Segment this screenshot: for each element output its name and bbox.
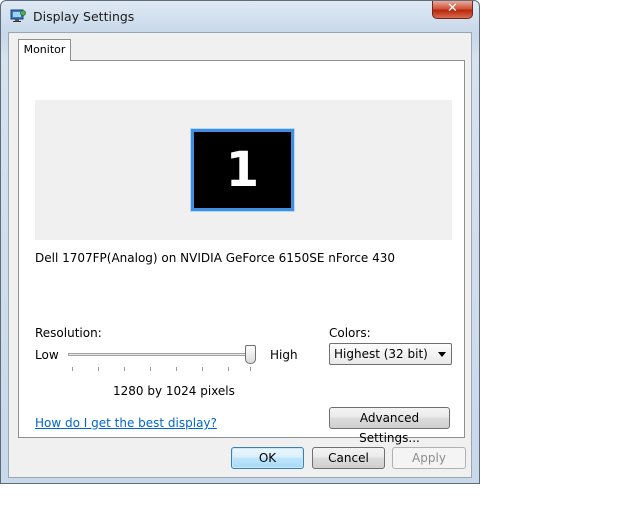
client-area: Monitor 1 Dell 1707FP(Analog) on NVIDIA … bbox=[8, 32, 472, 478]
monitor-tile-1[interactable]: 1 bbox=[190, 128, 295, 212]
resolution-label: Resolution: bbox=[35, 326, 102, 340]
display-settings-icon bbox=[10, 9, 26, 23]
apply-button[interactable]: Apply bbox=[392, 447, 466, 469]
slider-tick bbox=[124, 367, 125, 371]
monitor-tab-panel: 1 Dell 1707FP(Analog) on NVIDIA GeForce … bbox=[18, 60, 465, 445]
colors-selected-value: Highest (32 bit) bbox=[334, 347, 428, 361]
resolution-slider-track[interactable] bbox=[68, 353, 253, 356]
slider-tick bbox=[98, 367, 99, 371]
display-adapter-name: Dell 1707FP(Analog) on NVIDIA GeForce 61… bbox=[35, 251, 396, 265]
slider-tick bbox=[150, 367, 151, 371]
slider-tick bbox=[202, 367, 203, 371]
slider-tick bbox=[176, 367, 177, 371]
cancel-button[interactable]: Cancel bbox=[312, 447, 385, 469]
display-settings-window: Display Settings ✕ Monitor 1 Dell 1707FP… bbox=[0, 0, 480, 484]
advanced-settings-button[interactable]: Advanced Settings... bbox=[329, 407, 450, 445]
ok-button[interactable]: OK bbox=[231, 447, 304, 469]
window-title: Display Settings bbox=[33, 9, 135, 24]
tab-monitor[interactable]: Monitor bbox=[18, 39, 71, 61]
close-button[interactable]: ✕ bbox=[432, 1, 473, 19]
close-icon: ✕ bbox=[447, 1, 458, 16]
slider-tick bbox=[228, 367, 229, 371]
chevron-down-icon bbox=[438, 352, 446, 357]
slider-tick bbox=[72, 367, 73, 371]
title-bar[interactable]: Display Settings ✕ bbox=[1, 1, 479, 31]
monitor-preview-area: 1 bbox=[35, 100, 452, 240]
resolution-high-label: High bbox=[270, 348, 298, 362]
colors-select[interactable]: Highest (32 bit) bbox=[329, 343, 452, 365]
best-display-help-link[interactable]: How do I get the best display? bbox=[35, 416, 217, 430]
slider-tick bbox=[250, 367, 251, 371]
resolution-value: 1280 by 1024 pixels bbox=[113, 384, 235, 398]
resolution-slider-thumb[interactable] bbox=[245, 345, 256, 364]
resolution-low-label: Low bbox=[35, 348, 59, 362]
colors-label: Colors: bbox=[329, 326, 371, 340]
